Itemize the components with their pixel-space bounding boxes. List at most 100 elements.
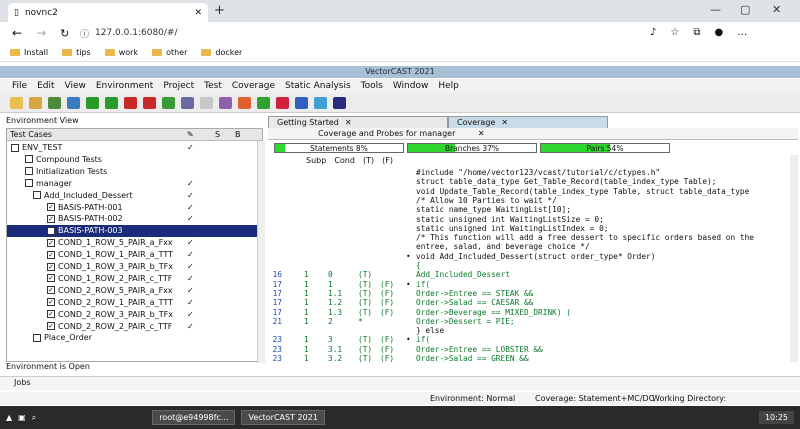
coverage-subtab[interactable]: Coverage and Probes for manager ✕ — [268, 128, 798, 140]
jobs-tab[interactable]: Jobs — [14, 378, 31, 387]
menu-file[interactable]: File — [12, 81, 27, 91]
more-icon[interactable]: … — [737, 27, 747, 38]
tree-row[interactable]: Add_Included_Dessert ✓ — [7, 190, 257, 201]
bookmark-docker[interactable]: docker — [201, 48, 242, 57]
start-icon[interactable]: ▲ — [6, 413, 12, 422]
read-aloud-icon[interactable]: ♪ — [650, 27, 656, 38]
database-icon[interactable] — [314, 96, 327, 109]
checkbox-icon[interactable] — [33, 333, 41, 342]
save-icon[interactable] — [48, 96, 61, 109]
tree-row[interactable]: ✓ COND_2_ROW_5_PAIR_a_Fxx ✓ — [7, 285, 257, 296]
checkbox-icon[interactable] — [33, 191, 41, 200]
coverage-code-view[interactable]: Subp Cond (T) (F) #include "/home/vector… — [268, 155, 790, 363]
checkbox-icon[interactable]: ✓ — [47, 250, 55, 259]
bookmark-install[interactable]: Install — [10, 48, 48, 57]
tree-row[interactable]: ✓ COND_1_ROW_5_PAIR_a_Fxx ✓ — [7, 237, 257, 248]
maximize-icon[interactable]: ▢ — [740, 3, 750, 16]
search-icon[interactable]: ⌕ — [32, 413, 36, 423]
tree-row[interactable]: ✓ BASIS-PATH-003 — [7, 225, 257, 237]
browser-tab[interactable]: ▯ novnc2 ✕ — [8, 3, 208, 22]
stop-icon[interactable] — [124, 96, 137, 109]
checkbox-icon[interactable]: ✓ — [47, 262, 55, 271]
bookmark-tips[interactable]: tips — [62, 48, 91, 57]
pin-icon[interactable]: ✎ — [187, 130, 194, 139]
close-icon[interactable]: ✕ — [345, 117, 352, 128]
abort-icon[interactable] — [143, 96, 156, 109]
checkbox-icon[interactable]: ✓ — [47, 286, 55, 295]
checkbox-icon[interactable]: ✓ — [47, 298, 55, 307]
menu-help[interactable]: Help — [438, 81, 459, 91]
back-icon[interactable]: ← — [12, 26, 22, 40]
tree-row[interactable]: ✓ COND_1_ROW_2_PAIR_c_TTF ✓ — [7, 273, 257, 284]
chart-icon[interactable] — [295, 96, 308, 109]
tree-row[interactable]: Initialization Tests — [7, 166, 257, 177]
window-close-icon[interactable]: ✕ — [772, 3, 781, 16]
arrow-up-icon[interactable] — [105, 96, 118, 109]
close-icon[interactable]: ✕ — [478, 129, 485, 138]
execute-icon[interactable] — [67, 96, 80, 109]
new-tab-button[interactable]: + — [214, 3, 225, 18]
gauge-icon[interactable] — [276, 96, 289, 109]
menu-view[interactable]: View — [65, 81, 86, 91]
tree-row[interactable]: Place_Order — [7, 332, 257, 343]
tree-row[interactable]: Compound Tests — [7, 154, 257, 165]
tree-row[interactable]: ✓ BASIS-PATH-002 ✓ — [7, 213, 257, 224]
menu-static-analysis[interactable]: Static Analysis — [285, 81, 351, 91]
checkbox-icon[interactable]: ✓ — [47, 274, 55, 283]
code-scrollbar[interactable] — [790, 155, 798, 362]
tab-getting-started[interactable]: Getting Started ✕ — [268, 116, 448, 128]
checkbox-icon[interactable] — [25, 155, 33, 164]
checkbox-icon[interactable]: ✓ — [47, 214, 55, 223]
info-icon[interactable]: ⓘ — [80, 27, 89, 40]
profile-icon[interactable]: ● — [715, 27, 724, 38]
minimize-icon[interactable]: — — [710, 3, 721, 16]
bookmark-work[interactable]: work — [104, 48, 138, 57]
tree-row[interactable]: ENV_TEST ✓ — [7, 142, 257, 153]
menu-coverage[interactable]: Coverage — [232, 81, 275, 91]
checkbox-icon[interactable] — [25, 179, 33, 188]
vectorcast-task[interactable]: VectorCAST 2021 — [241, 410, 325, 425]
tree-row[interactable]: manager ✓ — [7, 178, 257, 189]
report-icon[interactable] — [181, 96, 194, 109]
close-icon[interactable]: ✕ — [501, 117, 508, 128]
terminal-task[interactable]: root@e94998fc... — [152, 410, 236, 425]
bookmark-other[interactable]: other — [152, 48, 187, 57]
tree-row[interactable]: ✓ BASIS-PATH-001 ✓ — [7, 202, 257, 213]
files-icon[interactable]: ▣ — [18, 413, 26, 422]
checkbox-icon[interactable]: ✓ — [47, 238, 55, 247]
analysis-icon[interactable] — [257, 96, 270, 109]
tree-row[interactable]: ✓ COND_1_ROW_1_PAIR_a_TTT ✓ — [7, 249, 257, 260]
view-icon[interactable] — [200, 96, 213, 109]
menu-window[interactable]: Window — [393, 81, 429, 91]
media-icon[interactable] — [333, 96, 346, 109]
checkbox-icon[interactable]: ✓ — [47, 226, 55, 235]
arrow-down-icon[interactable] — [86, 96, 99, 109]
tab-coverage[interactable]: Coverage ✕ — [448, 116, 608, 128]
forward-icon[interactable]: → — [36, 26, 46, 40]
menu-edit[interactable]: Edit — [37, 81, 54, 91]
tree-row[interactable]: ✓ COND_1_ROW_3_PAIR_b_TFx ✓ — [7, 261, 257, 272]
checkbox-icon[interactable]: ✓ — [47, 203, 55, 211]
reload-icon[interactable]: ↻ — [60, 27, 69, 40]
tree-row[interactable]: ✓ COND_2_ROW_2_PAIR_c_TTF ✓ — [7, 321, 257, 332]
checkbox-icon[interactable]: ✓ — [47, 310, 55, 319]
collections-icon[interactable]: ⧉ — [693, 27, 700, 38]
url-box[interactable]: ⓘ 127.0.0.1:6080/#/ — [80, 25, 640, 41]
favorites-icon[interactable]: ☆ — [670, 27, 679, 38]
url-text[interactable]: 127.0.0.1:6080/#/ — [95, 28, 177, 38]
tree-row[interactable]: ✓ COND_2_ROW_1_PAIR_a_TTT ✓ — [7, 297, 257, 308]
checkbox-icon[interactable]: ✓ — [47, 322, 55, 330]
menu-environment[interactable]: Environment — [96, 81, 153, 91]
close-tab-icon[interactable]: ✕ — [194, 8, 202, 18]
menu-project[interactable]: Project — [163, 81, 194, 91]
new-icon[interactable] — [10, 96, 23, 109]
run-icon[interactable] — [162, 96, 175, 109]
tree-row[interactable]: ✓ COND_2_ROW_3_PAIR_b_TFx ✓ — [7, 309, 257, 320]
menu-tools[interactable]: Tools — [361, 81, 383, 91]
open-icon[interactable] — [29, 96, 42, 109]
coverage-icon[interactable] — [238, 96, 251, 109]
debug-icon[interactable] — [219, 96, 232, 109]
checkbox-icon[interactable] — [25, 167, 33, 176]
menu-test[interactable]: Test — [204, 81, 222, 91]
left-scrollbar[interactable] — [257, 141, 265, 363]
